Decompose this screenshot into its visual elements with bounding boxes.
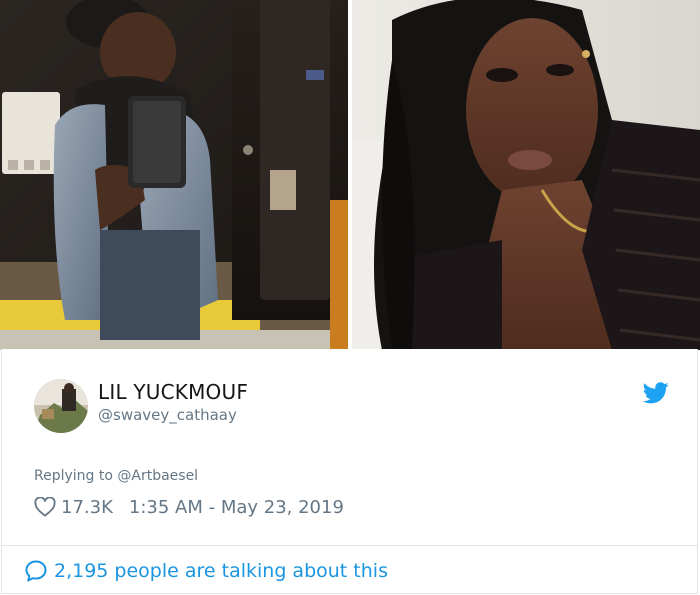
avatar[interactable] xyxy=(34,379,88,433)
author-name[interactable]: LIL YUCKMOUF xyxy=(98,380,248,404)
photo-mirror-selfie[interactable] xyxy=(0,0,348,350)
author-handle[interactable]: @swavey_cathaay xyxy=(98,406,237,424)
tweet-timestamp[interactable]: 1:35 AM - May 23, 2019 xyxy=(129,497,344,518)
tweet-meta: 17.3K 1:35 AM - May 23, 2019 xyxy=(34,495,344,519)
twitter-bird-icon[interactable] xyxy=(642,382,669,404)
speech-bubble-icon xyxy=(24,559,48,583)
tweet-photos xyxy=(0,0,700,350)
like-count[interactable]: 17.3K xyxy=(61,497,113,518)
conversation-link[interactable]: 2,195 people are talking about this xyxy=(24,558,388,584)
divider xyxy=(2,545,697,546)
heart-icon[interactable] xyxy=(34,496,56,517)
photo-selfie[interactable] xyxy=(352,0,700,350)
replying-to[interactable]: Replying to @Artbaesel xyxy=(34,468,198,484)
conversation-text[interactable]: 2,195 people are talking about this xyxy=(54,560,388,582)
tweet-card: LIL YUCKMOUF @swavey_cathaay Replying to… xyxy=(1,349,698,594)
